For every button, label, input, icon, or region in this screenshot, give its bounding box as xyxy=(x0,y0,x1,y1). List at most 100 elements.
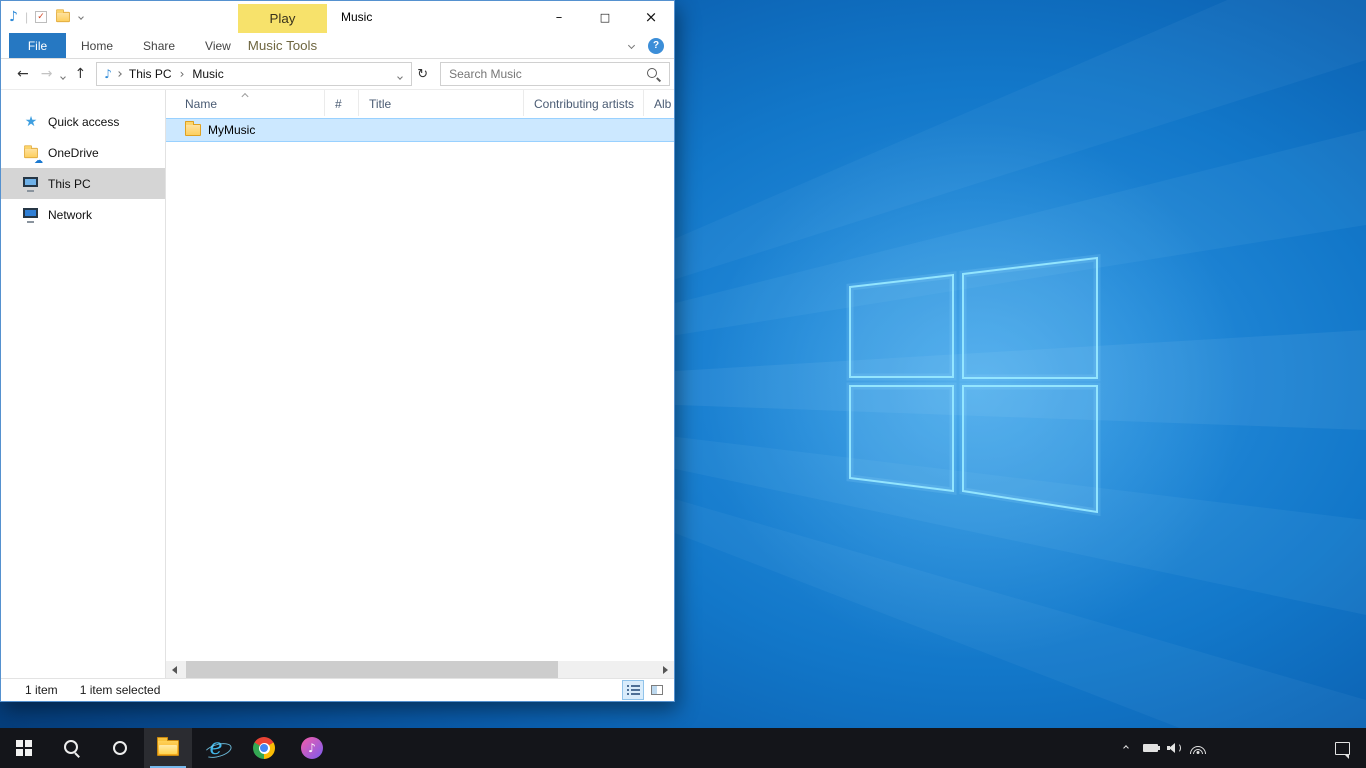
quick-access-star-icon: ★ xyxy=(23,114,39,130)
qat-properties-button[interactable]: ✓ xyxy=(31,9,51,25)
tab-file[interactable]: File xyxy=(9,33,66,58)
column-header-name[interactable]: Name xyxy=(166,90,325,116)
network-button[interactable] xyxy=(1186,728,1210,768)
action-center-icon xyxy=(1335,742,1350,755)
new-folder-icon xyxy=(56,12,70,22)
this-pc-icon xyxy=(23,176,39,192)
sidebar-item-network[interactable]: Network xyxy=(1,199,165,230)
folder-icon xyxy=(185,124,201,136)
search-input[interactable] xyxy=(441,67,646,81)
sidebar-item-label: OneDrive xyxy=(48,146,99,160)
internet-explorer-button[interactable]: e xyxy=(192,728,240,768)
start-button[interactable] xyxy=(0,728,48,768)
qat-customize-button[interactable] xyxy=(75,13,87,21)
qat-new-folder-button[interactable] xyxy=(51,9,75,25)
column-header-album[interactable]: Alb xyxy=(644,90,674,116)
chevron-down-icon xyxy=(78,14,84,20)
contextual-tab-play[interactable]: Play xyxy=(238,4,327,33)
column-headers: Name # Title Contributing artists Alb xyxy=(166,90,674,116)
search-icon[interactable] xyxy=(646,67,661,82)
sidebar-item-this-pc[interactable]: This PC xyxy=(1,168,165,199)
scrollbar-thumb[interactable] xyxy=(186,661,558,678)
tab-music-tools[interactable]: Music Tools xyxy=(238,33,327,58)
title-bar: ♪ | ✓ Play Music – □ × xyxy=(1,1,674,33)
back-button[interactable]: ← xyxy=(11,64,35,84)
scroll-right-button[interactable] xyxy=(657,661,674,678)
show-hidden-icons-button[interactable] xyxy=(1114,728,1138,768)
music-note-icon: ♪ xyxy=(104,67,112,81)
navigation-toolbar: ← → ↑ ♪ This PC › Music ↻ xyxy=(1,59,674,90)
system-tray xyxy=(1114,728,1210,768)
up-button[interactable]: ↑ xyxy=(68,64,92,84)
file-list[interactable]: MyMusic xyxy=(166,116,674,661)
breadcrumb-music[interactable]: Music xyxy=(189,65,226,83)
recent-locations-button[interactable] xyxy=(58,64,68,84)
properties-icon: ✓ xyxy=(35,11,47,23)
chevron-up-icon xyxy=(1123,745,1129,751)
chrome-icon xyxy=(253,737,275,759)
chevron-down-icon xyxy=(628,42,635,49)
itunes-button[interactable]: ♪ xyxy=(288,728,336,768)
triangle-left-icon xyxy=(172,666,177,674)
address-bar[interactable]: ♪ This PC › Music xyxy=(96,62,412,86)
scrollbar-track[interactable] xyxy=(183,661,657,678)
caption-buttons: – □ × xyxy=(536,1,674,33)
tab-share[interactable]: Share xyxy=(128,33,190,58)
music-note-icon: ♪ xyxy=(9,9,18,25)
chrome-button[interactable] xyxy=(240,728,288,768)
sidebar-item-label: This PC xyxy=(48,177,91,191)
window-title: Music xyxy=(341,1,372,33)
details-view-button[interactable] xyxy=(622,680,644,700)
details-view-icon xyxy=(627,685,640,695)
maximize-button[interactable]: □ xyxy=(582,1,628,33)
network-icon xyxy=(23,207,39,223)
chevron-down-icon xyxy=(397,74,403,80)
horizontal-scrollbar[interactable] xyxy=(166,661,674,678)
address-dropdown-button[interactable] xyxy=(391,63,409,85)
search-box[interactable] xyxy=(440,62,670,86)
large-icons-view-button[interactable] xyxy=(646,680,668,700)
expand-ribbon-button[interactable] xyxy=(627,41,636,50)
breadcrumb-this-pc[interactable]: This PC xyxy=(126,65,175,83)
column-header-contributing-artists[interactable]: Contributing artists xyxy=(524,90,644,116)
taskbar-file-explorer-button[interactable] xyxy=(144,728,192,768)
item-count: 1 item xyxy=(25,683,58,697)
navigation-pane: ★ Quick access ☁ OneDrive This PC Net xyxy=(1,90,166,678)
taskbar-search-button[interactable] xyxy=(48,728,96,768)
sidebar-item-label: Network xyxy=(48,208,92,222)
sidebar-item-quick-access[interactable]: ★ Quick access xyxy=(1,106,165,137)
cortana-button[interactable] xyxy=(96,728,144,768)
volume-button[interactable] xyxy=(1162,728,1186,768)
selection-count: 1 item selected xyxy=(80,683,161,697)
forward-button[interactable]: → xyxy=(35,64,59,84)
column-label: Alb xyxy=(654,97,671,111)
view-toggles xyxy=(622,680,668,700)
status-bar: 1 item 1 item selected xyxy=(1,678,674,701)
close-button[interactable]: × xyxy=(628,1,674,33)
action-center-button[interactable] xyxy=(1322,728,1362,768)
column-header-number[interactable]: # xyxy=(325,90,359,116)
file-list-pane: Name # Title Contributing artists Alb xyxy=(166,90,674,678)
file-row-mymusic[interactable]: MyMusic xyxy=(166,118,674,142)
scroll-left-button[interactable] xyxy=(166,661,183,678)
large-icons-view-icon xyxy=(651,685,663,695)
windows-logo-icon xyxy=(16,740,32,756)
file-explorer-icon xyxy=(157,740,179,756)
column-header-title[interactable]: Title xyxy=(359,90,524,116)
minimize-button[interactable]: – xyxy=(536,1,582,33)
breadcrumb-separator[interactable]: › xyxy=(180,67,185,81)
tab-home[interactable]: Home xyxy=(66,33,128,58)
chevron-down-icon xyxy=(61,74,67,80)
sidebar-item-onedrive[interactable]: ☁ OneDrive xyxy=(1,137,165,168)
triangle-right-icon xyxy=(663,666,668,674)
taskbar: e ♪ xyxy=(0,728,1366,768)
speaker-icon xyxy=(1166,741,1183,755)
refresh-button[interactable]: ↻ xyxy=(412,65,433,84)
window-body: ★ Quick access ☁ OneDrive This PC Net xyxy=(1,90,674,678)
battery-button[interactable] xyxy=(1138,728,1162,768)
qat-separator: | xyxy=(25,10,28,24)
chevron-right-icon[interactable] xyxy=(116,71,122,77)
help-button[interactable]: ? xyxy=(648,38,664,54)
file-name: MyMusic xyxy=(208,123,255,137)
itunes-icon: ♪ xyxy=(301,737,323,759)
